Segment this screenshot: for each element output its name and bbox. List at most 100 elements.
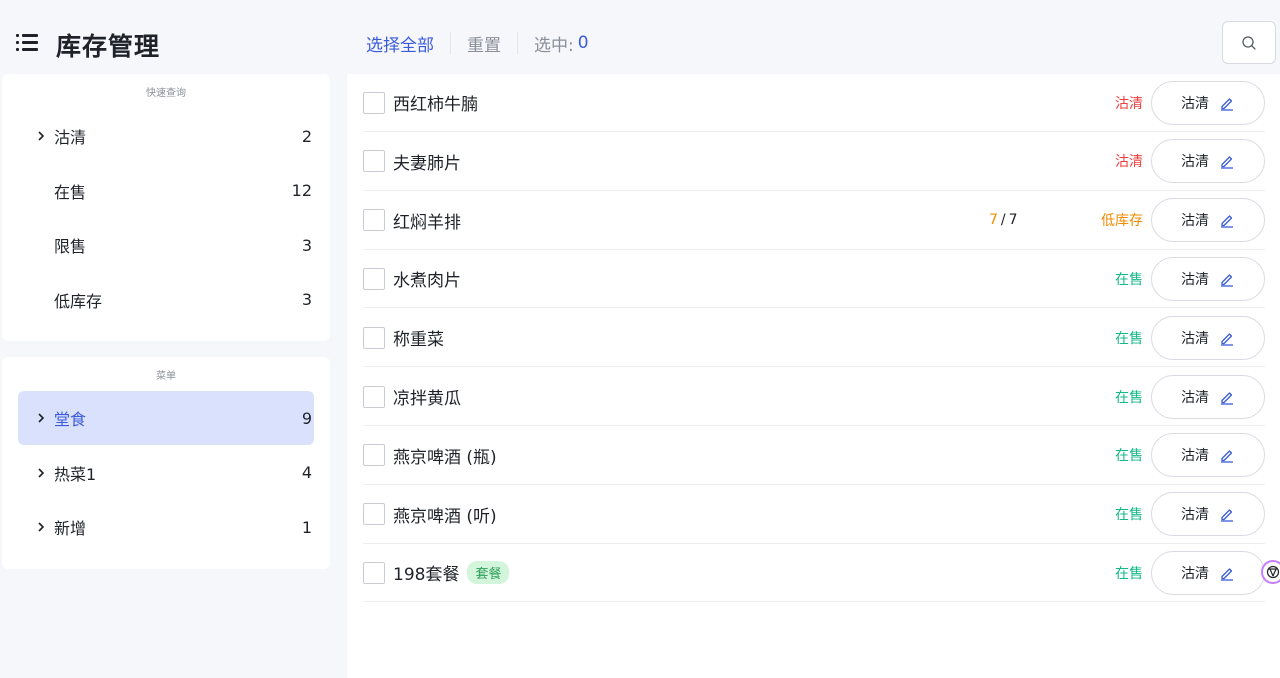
item-quantity: 7/7 (989, 212, 1018, 228)
chevron-right-icon (38, 131, 45, 141)
quick-filter-panel: 快速查询 沽清 2 在售 12 限售 3 低库存 3 (2, 74, 330, 341)
sold-out-button[interactable]: 沽清 (1151, 433, 1265, 478)
item-name: 凉拌黄瓜 (393, 389, 461, 409)
sidebar-chevron (18, 130, 54, 142)
list-item: 燕京啤酒 (瓶) 在售 沽清 (363, 427, 1265, 485)
item-name: 水煮肉片 (393, 271, 461, 292)
assistant-icon[interactable] (1261, 560, 1280, 584)
pencil-icon (1221, 156, 1233, 169)
sidebar-item-count: 3 (301, 235, 312, 255)
item-name: 西红柿牛腩 (393, 95, 478, 115)
sold-out-button-label: 沽清 (1181, 389, 1209, 406)
list-item: 凉拌黄瓜 在售 沽清 (363, 368, 1265, 426)
chevron-right-icon (38, 522, 45, 532)
status-badge: 低库存 (1101, 213, 1143, 230)
sold-out-button-label: 沽清 (1181, 154, 1209, 171)
selected-label: 选中: (534, 35, 574, 56)
list-item: 红焖羊排 7/7 低库存 沽清 (363, 192, 1265, 250)
item-name: 燕京啤酒 (瓶) (393, 447, 497, 468)
edit-icon-wrap[interactable] (1219, 565, 1235, 581)
item-checkbox[interactable] (363, 209, 385, 232)
item-checkbox[interactable] (363, 150, 385, 173)
edit-icon-wrap[interactable] (1219, 95, 1235, 111)
sold-out-button[interactable]: 沽清 (1151, 315, 1265, 360)
page-title: 库存管理 (56, 32, 161, 61)
sidebar-item[interactable]: 堂食 9 (18, 391, 314, 445)
item-list: 西红柿牛腩 沽清 沽清 夫妻肺片 沽清 沽清 红焖羊排 7/7 低库存 沽清 水煮肉片 在售 沽清 称重菜… (347, 74, 1280, 678)
status-badge: 沽清 (1115, 95, 1143, 112)
toolbar-divider (517, 32, 518, 54)
sidebar-item-count: 2 (301, 126, 312, 146)
edit-icon-wrap[interactable] (1219, 153, 1235, 169)
sold-out-button[interactable]: 沽清 (1151, 492, 1265, 537)
sidebar-item-label: 限售 (54, 237, 87, 257)
sold-out-button-label: 沽清 (1181, 448, 1209, 465)
list-icon[interactable] (16, 34, 38, 52)
sold-out-button-label: 沽清 (1181, 330, 1209, 347)
sidebar-item-count: 4 (301, 463, 312, 483)
sold-out-button[interactable]: 沽清 (1151, 256, 1265, 301)
list-item: 夫妻肺片 沽清 沽清 (363, 133, 1265, 191)
item-name: 红焖羊排 (393, 212, 461, 233)
item-name: 夫妻肺片 (393, 153, 461, 174)
toolbar-divider (450, 32, 451, 54)
item-checkbox[interactable] (363, 444, 385, 467)
assistant-glyph-icon (1266, 565, 1280, 579)
sold-out-button[interactable]: 沽清 (1151, 550, 1265, 595)
edit-icon-wrap[interactable] (1219, 212, 1235, 228)
sidebar-item[interactable]: 沽清 2 (18, 109, 314, 163)
panel-title: 菜单 (156, 371, 176, 382)
sidebar-item[interactable]: 新增 1 (18, 500, 314, 554)
sidebar-chevron (18, 521, 54, 533)
edit-icon-wrap[interactable] (1219, 447, 1235, 463)
sold-out-button[interactable]: 沽清 (1151, 139, 1265, 184)
sidebar-item[interactable]: 在售 12 (18, 164, 314, 218)
sidebar-chevron (18, 412, 54, 424)
pencil-icon (1221, 509, 1233, 522)
item-checkbox[interactable] (363, 91, 385, 114)
chevron-right-icon (38, 468, 45, 478)
sidebar-item-label: 堂食 (54, 410, 87, 429)
status-badge: 沽清 (1115, 154, 1143, 171)
list-item: 燕京啤酒 (听) 在售 沽清 (363, 486, 1265, 544)
sold-out-button-label: 沽清 (1181, 213, 1209, 230)
status-badge: 在售 (1115, 448, 1143, 465)
sold-out-button[interactable]: 沽清 (1151, 198, 1265, 243)
list-item: 水煮肉片 在售 沽清 (363, 250, 1265, 309)
item-checkbox[interactable] (363, 326, 385, 349)
status-badge: 在售 (1115, 565, 1143, 582)
sold-out-button[interactable]: 沽清 (1151, 374, 1265, 419)
search-button[interactable] (1222, 21, 1276, 64)
pencil-icon (1221, 450, 1233, 463)
item-name: 198套餐 (393, 565, 460, 586)
edit-icon-wrap[interactable] (1219, 271, 1235, 287)
pencil-icon (1221, 568, 1233, 581)
sidebar-item[interactable]: 限售 3 (18, 218, 314, 272)
list-item: 称重菜 在售 沽清 (363, 309, 1265, 368)
sidebar-item[interactable]: 低库存 3 (18, 273, 314, 327)
pencil-icon (1221, 97, 1233, 111)
sidebar-item-label: 沽清 (54, 128, 87, 147)
pencil-icon (1221, 391, 1233, 405)
edit-icon-wrap[interactable] (1219, 330, 1235, 346)
sold-out-button-label: 沽清 (1181, 271, 1209, 288)
sold-out-button[interactable]: 沽清 (1151, 80, 1265, 125)
item-checkbox[interactable] (363, 561, 385, 584)
quantity-total: 7 (1008, 212, 1018, 229)
list-item: 198套餐 套餐 在售 沽清 (363, 544, 1265, 603)
chevron-right-icon (38, 413, 45, 423)
select-all-button[interactable]: 选择全部 (366, 31, 434, 56)
edit-icon-wrap[interactable] (1219, 389, 1235, 405)
status-badge: 在售 (1115, 271, 1143, 288)
selected-count: 0 (577, 33, 589, 53)
edit-icon-wrap[interactable] (1219, 506, 1235, 522)
item-checkbox[interactable] (363, 503, 385, 526)
sidebar-item[interactable]: 热菜1 4 (18, 446, 314, 500)
item-checkbox[interactable] (363, 385, 385, 408)
reset-button[interactable]: 重置 (467, 31, 501, 56)
sidebar-item-count: 12 (291, 181, 312, 201)
sold-out-button-label: 沽清 (1181, 565, 1209, 582)
item-name: 称重菜 (393, 330, 444, 351)
pencil-icon (1221, 333, 1233, 346)
item-checkbox[interactable] (363, 267, 385, 290)
